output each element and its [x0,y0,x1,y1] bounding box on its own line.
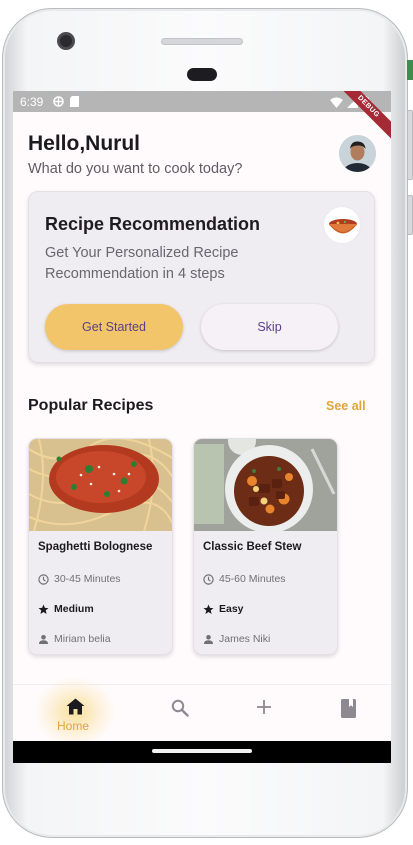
earpiece [187,68,217,81]
recipe-difficulty-text: Easy [219,603,244,615]
recipe-time-text: 30-45 Minutes [54,573,121,585]
home-icon [66,698,84,715]
add-icon [257,700,271,714]
recipe-author-text: James Niki [219,633,271,645]
recommendation-description: Get Your Personalized Recipe Recommendat… [45,245,239,282]
system-nav-bar [13,741,391,763]
power-button [407,195,413,235]
app-screen: 6:39 DEBUG Hello,Nurul What do you want … [13,91,391,763]
person-icon [39,634,48,644]
phone-device: 6:39 DEBUG Hello,Nurul What do you want … [0,0,413,845]
avatar-photo-icon [339,135,376,172]
top-speaker [161,38,243,45]
bottom-navigation: Home [13,677,391,747]
recipe-time: 30-45 Minutes [38,573,121,585]
greeting-subtitle: What do you want to cook today? [28,161,243,177]
sd-card-icon [70,96,79,107]
nav-search[interactable] [160,699,200,723]
recipe-card-spaghetti[interactable]: Spaghetti Bolognese 30-45 Minutes Medium [28,438,173,655]
recipe-difficulty-text: Medium [54,603,94,615]
nav-home-label[interactable]: Home [57,719,89,733]
nav-book[interactable] [328,699,368,723]
volume-button [407,110,413,180]
status-time: 6:39 [20,95,44,109]
star-icon [38,604,49,614]
front-camera [57,32,75,50]
clock-icon [203,573,214,585]
recipe-author: Miriam belia [38,633,111,645]
recipe-time-text: 45-60 Minutes [219,573,286,585]
beef-stew-image [194,439,337,531]
greeting-title: Hello,Nurul [28,132,141,155]
recipe-time: 45-60 Minutes [203,573,286,585]
get-started-button[interactable]: Get Started [45,304,183,350]
recipe-difficulty: Medium [38,603,94,615]
recipe-name: Spaghetti Bolognese [38,541,153,553]
skip-button[interactable]: Skip [201,304,338,350]
status-icons-left [53,96,79,107]
recommendation-title: Recipe Recommendation [45,214,261,234]
person-icon [204,634,213,644]
book-icon [340,699,356,718]
vpn-icon [53,96,64,107]
recipe-card-beef-stew[interactable]: Classic Beef Stew 45-60 Minutes Easy Jam… [193,438,338,655]
nav-add[interactable] [244,699,284,723]
home-gesture-pill[interactable] [152,749,252,753]
soup-bowl-icon [323,206,361,244]
search-icon [171,699,189,717]
avatar[interactable] [339,135,376,172]
clock-icon [38,573,49,585]
star-icon [203,604,214,614]
recommendation-card: Recipe Recommendation Get Your Personali… [28,191,375,363]
recipe-difficulty: Easy [203,603,244,615]
recipe-name: Classic Beef Stew [203,541,302,553]
recipe-author: James Niki [203,633,270,645]
popular-recipes-title: Popular Recipes [28,397,154,414]
spaghetti-image [29,439,172,531]
edge-strip [407,60,413,80]
see-all-link[interactable]: See all [326,399,366,413]
recipe-author-text: Miriam belia [54,633,111,645]
